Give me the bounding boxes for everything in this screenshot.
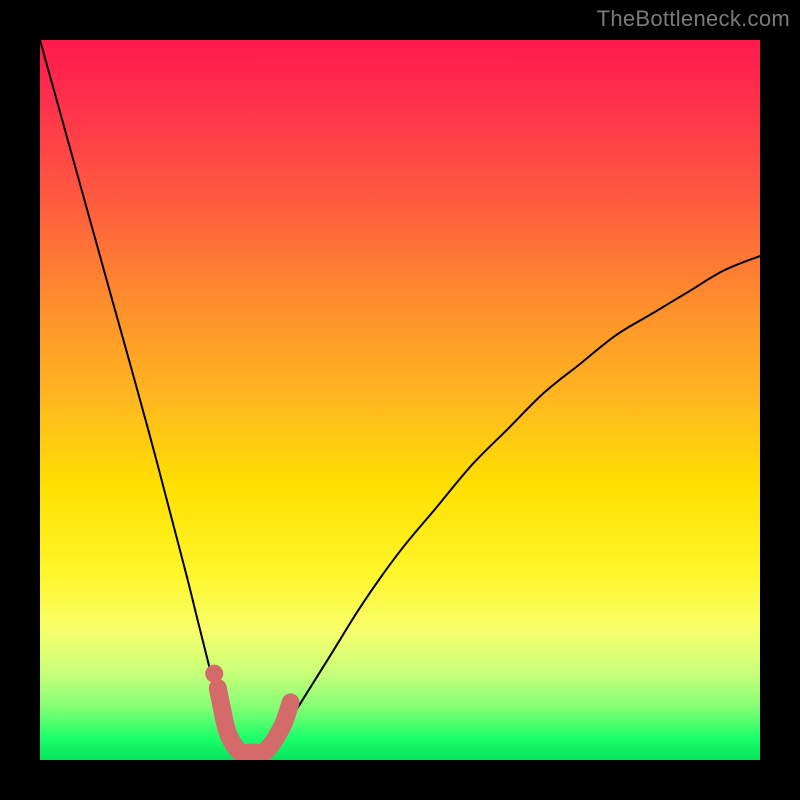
chart-frame: TheBottleneck.com — [0, 0, 800, 800]
highlight-marker — [205, 665, 223, 683]
plot-area — [40, 40, 760, 760]
watermark-label: TheBottleneck.com — [597, 6, 790, 32]
curve-layer — [40, 40, 760, 760]
highlight-bottom-path — [218, 688, 291, 753]
bottleneck-curve-path — [40, 40, 760, 753]
